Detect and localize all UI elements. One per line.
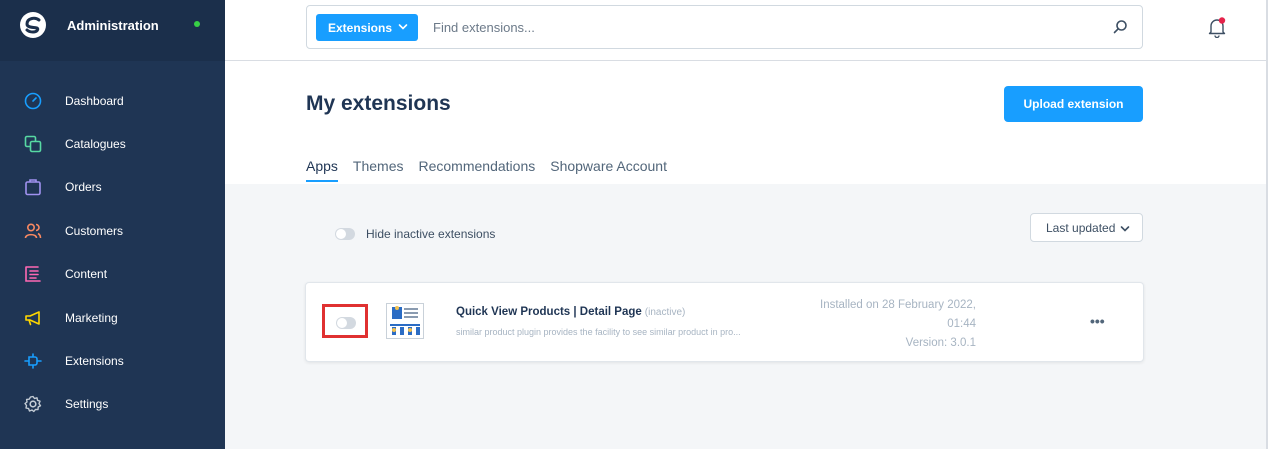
extension-name[interactable]: Quick View Products | Detail Page (inacti…	[456, 306, 685, 318]
main-area: Extensions My extensions Upload extensio…	[225, 0, 1268, 449]
online-status-dot	[194, 21, 200, 27]
sidebar-item-marketing[interactable]: Marketing	[0, 296, 225, 339]
installed-time: 01:44	[947, 318, 976, 330]
sidebar-item-label: Catalogues	[65, 137, 126, 152]
notification-bell-icon[interactable]	[1206, 16, 1228, 38]
search-icon[interactable]	[1112, 19, 1128, 35]
app-title: Administration	[67, 18, 159, 33]
dashboard-icon	[24, 92, 42, 110]
sidebar-item-customers[interactable]: Customers	[0, 209, 225, 252]
tab-recommendations[interactable]: Recommendations	[419, 158, 536, 182]
installed-date: Installed on 28 February 2022,	[820, 299, 976, 311]
sort-select[interactable]: Last updated	[1030, 213, 1143, 242]
top-bar: Extensions	[225, 0, 1266, 61]
customers-icon	[24, 222, 42, 240]
search-type-label: Extensions	[328, 20, 393, 35]
sidebar-item-label: Settings	[65, 397, 109, 412]
sidebar-item-settings[interactable]: Settings	[0, 383, 225, 426]
content-icon	[24, 265, 42, 283]
extension-card: Quick View Products | Detail Page (inacti…	[305, 282, 1144, 362]
extensions-icon	[24, 352, 42, 370]
sidebar-item-label: Orders	[65, 180, 102, 195]
extension-status: (inactive)	[644, 307, 686, 318]
extension-version: Version: 3.0.1	[905, 337, 976, 349]
tab-apps[interactable]: Apps	[306, 158, 338, 182]
hide-inactive-toggle[interactable]	[335, 228, 355, 240]
chevron-down-icon	[1120, 226, 1130, 232]
extension-title: Quick View Products | Detail Page	[456, 306, 642, 318]
sidebar-item-label: Extensions	[65, 354, 124, 369]
shopware-logo-icon[interactable]	[20, 12, 46, 38]
sidebar-item-label: Dashboard	[65, 93, 124, 108]
sidebar-item-label: Content	[65, 267, 108, 282]
extension-tabs: Apps Themes Recommendations Shopware Acc…	[306, 158, 682, 182]
highlight-box	[322, 304, 368, 338]
hide-inactive-label: Hide inactive extensions	[366, 227, 496, 241]
extension-activate-toggle[interactable]	[336, 317, 356, 329]
sidebar-item-label: Customers	[65, 223, 124, 238]
sidebar-header: Administration	[0, 0, 225, 61]
sidebar-item-extensions[interactable]: Extensions	[0, 339, 225, 382]
page-header: My extensions Upload extension Apps Them…	[225, 61, 1266, 184]
sidebar-nav: Dashboard Catalogues Orders Customers Co…	[0, 79, 225, 426]
extension-thumbnail-icon	[386, 303, 424, 339]
search-type-dropdown[interactable]: Extensions	[316, 14, 418, 41]
global-search: Extensions	[306, 5, 1143, 49]
chevron-down-icon	[398, 24, 408, 30]
marketing-icon	[24, 309, 42, 327]
more-actions-button[interactable]: •••	[1090, 313, 1105, 329]
orders-icon	[24, 178, 42, 196]
sidebar-item-label: Marketing	[65, 310, 118, 325]
upload-extension-button[interactable]: Upload extension	[1004, 86, 1143, 122]
tab-themes[interactable]: Themes	[353, 158, 404, 182]
extension-meta: Installed on 28 February 2022, 01:44 Ver…	[806, 296, 976, 353]
extension-list-area: Hide inactive extensions Last updated Qu…	[225, 184, 1266, 449]
page-title: My extensions	[306, 92, 451, 115]
sidebar-item-orders[interactable]: Orders	[0, 166, 225, 209]
extension-description: similar product plugin provides the faci…	[456, 327, 741, 337]
sidebar-item-content[interactable]: Content	[0, 253, 225, 296]
sidebar-item-catalogues[interactable]: Catalogues	[0, 122, 225, 165]
sort-select-value: Last updated	[1046, 220, 1116, 235]
catalogues-icon	[24, 135, 42, 153]
sidebar-item-dashboard[interactable]: Dashboard	[0, 79, 225, 122]
search-input[interactable]	[433, 16, 1073, 38]
tab-shopware-account[interactable]: Shopware Account	[550, 158, 667, 182]
sidebar: Administration Dashboard Catalogues Orde…	[0, 0, 225, 449]
settings-icon	[24, 395, 42, 413]
